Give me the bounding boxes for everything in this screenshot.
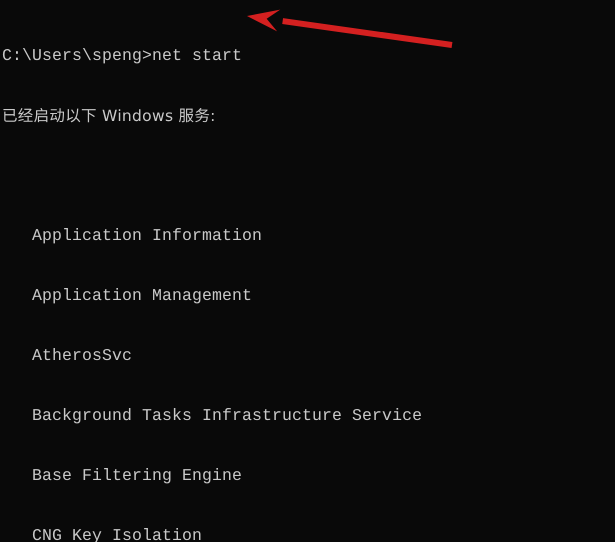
command-prompt-window[interactable]: C:\Users\speng>net start 已经启动以下 Windows … [0, 0, 615, 542]
service-list-item: CNG Key Isolation [2, 526, 203, 542]
console-output: C:\Users\speng>net start 已经启动以下 Windows … [0, 0, 615, 542]
service-list-item: Base Filtering Engine [2, 466, 243, 485]
service-list-item: Application Management [2, 286, 253, 305]
status-line: 已经启动以下 Windows 服务: [2, 107, 216, 125]
service-list-item: Application Information [2, 226, 263, 245]
service-list-item: Background Tasks Infrastructure Service [2, 406, 423, 425]
service-list-item: AtherosSvc [2, 346, 133, 365]
prompt-line: C:\Users\speng>net start [2, 46, 243, 65]
